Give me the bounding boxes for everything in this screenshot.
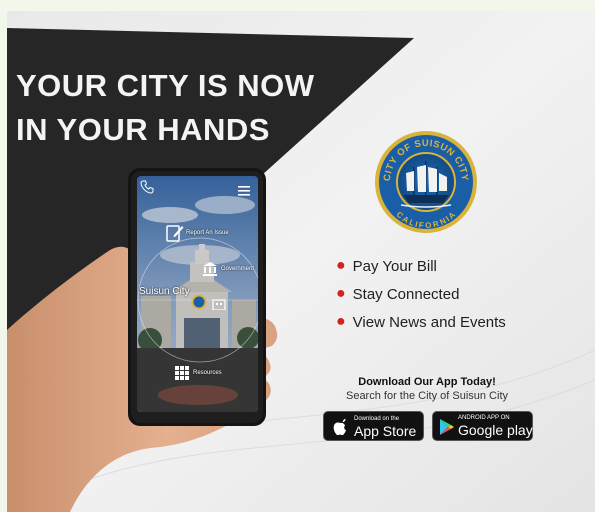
- headline-line-2: IN YOUR HANDS: [16, 112, 270, 147]
- apple-icon: [333, 418, 346, 436]
- download-title: Download Our App Today!: [358, 376, 496, 388]
- app-city-title: Suisun City: [139, 286, 190, 297]
- feature-list: ● Pay Your Bill ● Stay Connected ● View New…: [336, 252, 506, 336]
- app-store-big-text: App Store: [354, 423, 417, 439]
- google-play-badge[interactable]: ANDROID APP ON Google play: [432, 411, 533, 441]
- app-store-small-text: Download on the: [354, 416, 400, 422]
- resources-icon[interactable]: [175, 366, 189, 380]
- photo-of-poster: YOUR CITY IS NOW IN YOUR HANDS CITY OF S…: [0, 0, 595, 512]
- app-store-badge[interactable]: Download on the App Store: [323, 411, 424, 441]
- download-subtitle: Search for the City of Suisun City: [345, 390, 508, 402]
- google-play-icon: [440, 419, 454, 435]
- city-seal-icon: [191, 294, 207, 310]
- feature-label: Pay Your Bill: [352, 257, 437, 275]
- bullet-icon: ●: [336, 257, 346, 274]
- google-play-big-text: Google play: [458, 422, 533, 438]
- government-label[interactable]: Government: [221, 266, 254, 272]
- phone-icon[interactable]: [140, 180, 154, 194]
- google-play-small-text: ANDROID APP ON: [458, 415, 510, 421]
- report-issue-label[interactable]: Report An Issue: [186, 230, 229, 236]
- report-issue-icon[interactable]: [166, 223, 184, 243]
- feature-item: ● View News and Events: [336, 308, 506, 336]
- menu-icon[interactable]: [238, 186, 250, 196]
- bullet-icon: ●: [336, 285, 346, 302]
- feature-item: ● Pay Your Bill: [336, 252, 506, 280]
- headline-line-1: YOUR CITY IS NOW: [16, 68, 315, 103]
- city-seal-logo: CITY OF SUISUN CITY CALIFORNIA: [375, 131, 477, 233]
- feature-label: View News and Events: [352, 313, 506, 331]
- building-icon: [212, 299, 226, 310]
- feature-label: Stay Connected: [352, 285, 460, 303]
- feature-item: ● Stay Connected: [336, 280, 506, 308]
- resources-label[interactable]: Resources: [193, 370, 222, 376]
- bullet-icon: ●: [336, 313, 346, 330]
- government-icon[interactable]: [203, 262, 217, 276]
